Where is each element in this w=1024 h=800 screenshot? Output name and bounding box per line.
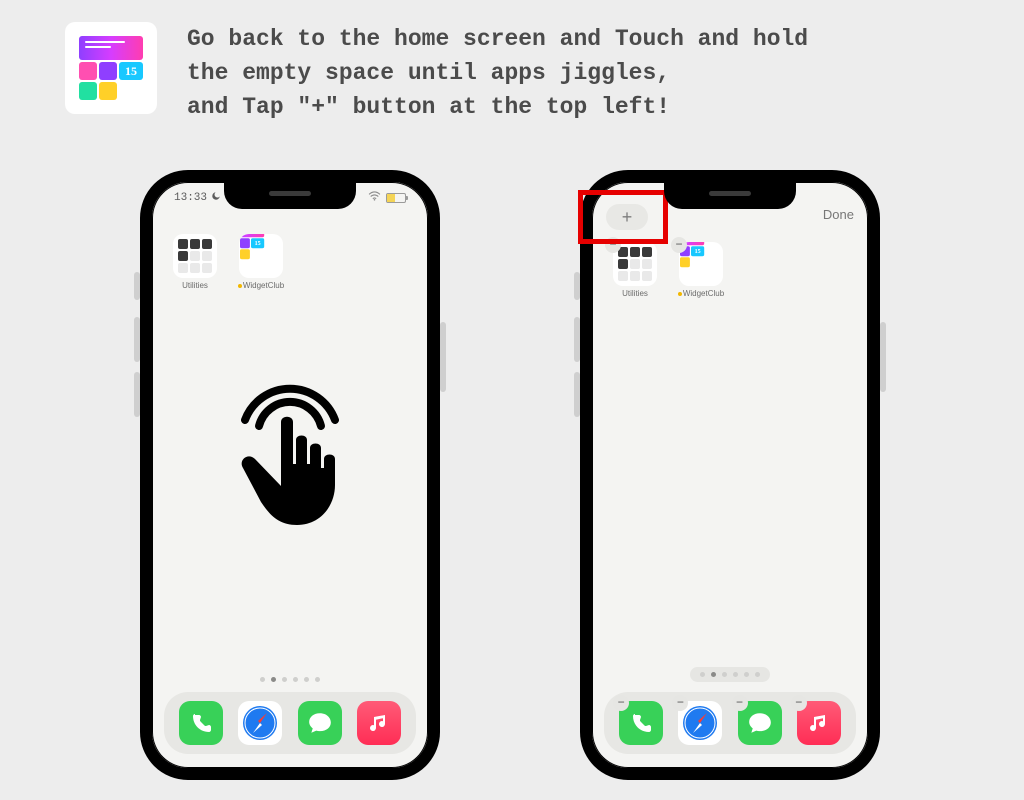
- dock-messages-icon[interactable]: [298, 701, 342, 745]
- remove-badge-icon[interactable]: −: [732, 695, 748, 711]
- side-button: [574, 372, 580, 417]
- dock-music-icon[interactable]: [357, 701, 401, 745]
- home-apps[interactable]: − Utilities − 15: [610, 242, 726, 298]
- utilities-folder[interactable]: − Utilities: [610, 242, 660, 298]
- dock-safari-icon[interactable]: −: [678, 701, 722, 745]
- instruction-text: Go back to the home screen and Touch and…: [187, 22, 808, 124]
- side-button: [134, 372, 140, 417]
- status-time: 13:33: [174, 192, 207, 204]
- side-button: [134, 317, 140, 362]
- dock-phone-icon[interactable]: [179, 701, 223, 745]
- page-indicator[interactable]: [690, 667, 770, 682]
- remove-badge-icon[interactable]: −: [791, 695, 807, 711]
- app-label: Utilities: [182, 281, 208, 290]
- dock: [164, 692, 416, 754]
- side-button: [880, 322, 886, 392]
- side-button: [134, 272, 140, 300]
- dock: − − − −: [604, 692, 856, 754]
- instruction-line: Go back to the home screen and Touch and…: [187, 22, 808, 56]
- instruction-line: and Tap "+" button at the top left!: [187, 90, 808, 124]
- battery-icon: [386, 193, 406, 203]
- app-label: WidgetClub: [238, 281, 284, 290]
- side-button: [574, 317, 580, 362]
- wifi-icon: [368, 191, 381, 205]
- done-button[interactable]: Done: [823, 207, 854, 222]
- page-indicator[interactable]: [260, 677, 320, 682]
- widgetclub-app[interactable]: − 15 WidgetClub: [676, 242, 726, 298]
- widgetclub-app[interactable]: 15 WidgetClub: [236, 234, 286, 290]
- highlight-box: [578, 190, 668, 244]
- app-label: Utilities: [622, 289, 648, 298]
- dock-music-icon[interactable]: −: [797, 701, 841, 745]
- instruction-line: the empty space until apps jiggles,: [187, 56, 808, 90]
- touch-hold-gesture-icon: [215, 372, 365, 537]
- dock-messages-icon[interactable]: −: [738, 701, 782, 745]
- side-button: [574, 272, 580, 300]
- phone-normal-mode: 13:33 Utilities: [140, 170, 440, 780]
- app-label: WidgetClub: [678, 289, 724, 298]
- phone-jiggle-mode: + Done − Utilities −: [580, 170, 880, 780]
- phone-notch: [664, 181, 796, 209]
- moon-icon: [211, 191, 221, 205]
- phone-notch: [224, 181, 356, 209]
- dock-phone-icon[interactable]: −: [619, 701, 663, 745]
- side-button: [440, 322, 446, 392]
- dock-safari-icon[interactable]: [238, 701, 282, 745]
- home-apps[interactable]: Utilities 15 WidgetClub: [170, 234, 286, 290]
- widgetclub-app-icon: 15: [65, 22, 157, 114]
- utilities-folder[interactable]: Utilities: [170, 234, 220, 290]
- remove-badge-icon[interactable]: −: [613, 695, 629, 711]
- remove-badge-icon[interactable]: −: [671, 237, 687, 253]
